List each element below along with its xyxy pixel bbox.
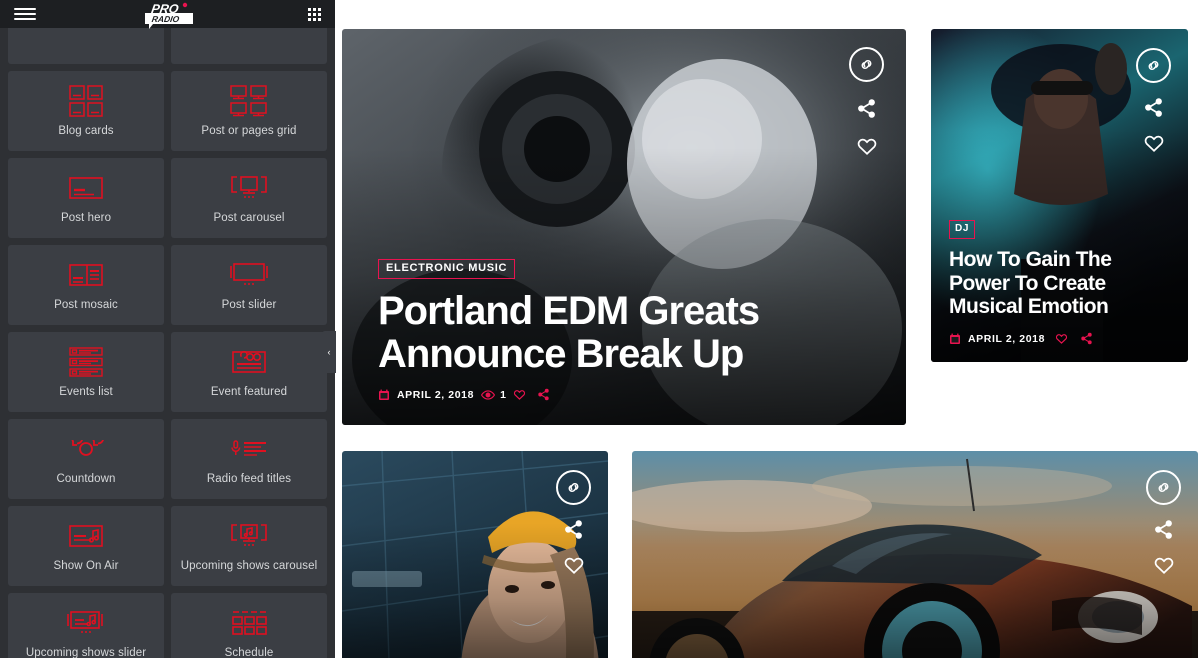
sidebar-item-label: Schedule (225, 647, 274, 658)
views-icon (481, 389, 495, 401)
sidebar-item-label: Upcoming shows slider (26, 647, 146, 658)
top-bar: PRO RADIO (0, 0, 335, 28)
sidebar-item-upcoming-shows-carousel[interactable]: Upcoming shows carousel (171, 506, 327, 586)
sidebar-item-show-on-air[interactable]: Show On Air (8, 506, 164, 586)
post-hero-text: ELECTRONIC MUSIC Portland EDM Greats Ann… (378, 258, 876, 401)
post-date: APRIL 2, 2018 (968, 333, 1045, 345)
upcoming-shows-slider-icon (67, 608, 105, 638)
post-meta: APRIL 2, 2018 1 (378, 388, 876, 401)
posts-row-top: ELECTRONIC MUSIC Portland EDM Greats Ann… (342, 29, 1186, 425)
sidebar-item-label: Event featured (211, 386, 287, 398)
post-mosaic-icon (69, 260, 103, 290)
partial-row-top-left (65, 28, 107, 35)
countdown-icon (67, 434, 105, 464)
sidebar-item-label: Blog cards (58, 125, 113, 137)
post-side-text: DJ How To Gain The Power To Create Music… (949, 218, 1174, 345)
main-content: ELECTRONIC MUSIC Portland EDM Greats Ann… (335, 0, 1200, 658)
sidebar-item-radio-feed-titles[interactable]: Radio feed titles (171, 419, 327, 499)
share-icon[interactable] (537, 388, 550, 401)
link-icon[interactable] (556, 470, 591, 505)
sidebar-item-label: Events list (59, 386, 113, 398)
link-icon[interactable] (849, 47, 884, 82)
sidebar-item-countdown[interactable]: Countdown (8, 419, 164, 499)
card-actions (849, 47, 884, 157)
image-overlay-gradient (632, 451, 1198, 658)
sidebar-item-post-carousel[interactable]: Post carousel (171, 158, 327, 238)
sidebar-item-label: Post carousel (214, 212, 285, 224)
sidebar-item-upcoming-shows-slider[interactable]: Upcoming shows slider (8, 593, 164, 658)
blog-cards-icon (69, 86, 103, 116)
grid-apps-icon[interactable] (308, 8, 321, 21)
sidebar: PRO RADIO (0, 0, 335, 658)
post-card-square[interactable] (342, 451, 608, 658)
link-icon[interactable] (1136, 48, 1171, 83)
sidebar-item-partial-right[interactable] (171, 28, 327, 64)
event-featured-icon (232, 347, 266, 377)
sidebar-item-blog-cards[interactable]: Blog cards (8, 71, 164, 151)
heart-icon[interactable] (1143, 132, 1165, 154)
share-icon[interactable] (1080, 332, 1093, 345)
calendar-icon (378, 389, 390, 401)
sidebar-item-label: Post hero (61, 212, 111, 224)
partial-row-top-right (228, 28, 270, 35)
hamburger-icon[interactable] (14, 8, 36, 20)
post-hero-icon (69, 173, 103, 203)
heart-icon[interactable] (563, 554, 585, 576)
sidebar-item-post-hero[interactable]: Post hero (8, 158, 164, 238)
chevron-left-icon: ‹ (328, 347, 331, 357)
card-actions (1136, 48, 1171, 154)
post-slider-icon (230, 260, 268, 290)
sidebar-item-event-featured[interactable]: Event featured (171, 332, 327, 412)
card-actions (556, 470, 591, 576)
post-meta: APRIL 2, 2018 (949, 332, 1174, 345)
heart-icon[interactable] (513, 388, 526, 401)
heart-icon[interactable] (1153, 554, 1175, 576)
sidebar-item-label: Show On Air (53, 560, 118, 572)
post-title[interactable]: Portland EDM Greats Announce Break Up (378, 290, 876, 375)
post-card-wide[interactable]: ELECTRONIC MUSIC (632, 451, 1198, 658)
radio-feed-titles-icon (229, 434, 269, 464)
share-icon[interactable] (1153, 519, 1174, 540)
show-on-air-icon (69, 521, 103, 551)
sidebar-item-partial-left[interactable] (8, 28, 164, 64)
heart-icon[interactable] (1055, 332, 1068, 345)
app-root: PRO RADIO (0, 0, 1200, 658)
pro-radio-logo[interactable]: PRO RADIO (137, 0, 199, 29)
share-icon[interactable] (856, 98, 877, 119)
posts-row-bottom: ELECTRONIC MUSIC (342, 451, 1186, 658)
sidebar-item-label: Post slider (222, 299, 277, 311)
category-badge[interactable]: ELECTRONIC MUSIC (378, 259, 515, 279)
views-count: 1 (500, 389, 506, 401)
post-card-hero[interactable]: ELECTRONIC MUSIC Portland EDM Greats Ann… (342, 29, 906, 425)
post-pages-grid-icon (230, 86, 268, 116)
schedule-icon (231, 608, 267, 638)
template-card-grid: Blog cards Post or pages (8, 28, 327, 658)
sidebar-item-events-list[interactable]: Events list (8, 332, 164, 412)
sidebar-item-label: Countdown (56, 473, 115, 485)
post-carousel-icon (230, 173, 268, 203)
calendar-icon (949, 333, 961, 345)
post-title[interactable]: How To Gain The Power To Create Musical … (949, 248, 1174, 319)
post-card-side[interactable]: DJ How To Gain The Power To Create Music… (931, 29, 1188, 362)
share-icon[interactable] (1143, 97, 1164, 118)
sidebar-item-label: Upcoming shows carousel (181, 560, 318, 572)
sidebar-scroll-area[interactable]: Blog cards Post or pages (0, 28, 335, 658)
sidebar-item-label: Radio feed titles (207, 473, 291, 485)
sidebar-item-schedule[interactable]: Schedule (171, 593, 327, 658)
sidebar-item-label: Post or pages grid (201, 125, 296, 137)
sidebar-collapse-button[interactable]: ‹ (322, 331, 336, 373)
upcoming-shows-carousel-icon (230, 521, 268, 551)
sidebar-item-post-slider[interactable]: Post slider (171, 245, 327, 325)
post-date: APRIL 2, 2018 (397, 389, 474, 401)
link-icon[interactable] (1146, 470, 1181, 505)
sidebar-item-post-mosaic[interactable]: Post mosaic (8, 245, 164, 325)
category-badge[interactable]: DJ (949, 220, 975, 239)
sidebar-item-label: Post mosaic (54, 299, 118, 311)
events-list-icon (69, 347, 103, 377)
svg-text:RADIO: RADIO (151, 14, 180, 24)
sidebar-item-post-pages-grid[interactable]: Post or pages grid (171, 71, 327, 151)
heart-icon[interactable] (856, 135, 878, 157)
card-actions (1146, 470, 1181, 576)
share-icon[interactable] (563, 519, 584, 540)
